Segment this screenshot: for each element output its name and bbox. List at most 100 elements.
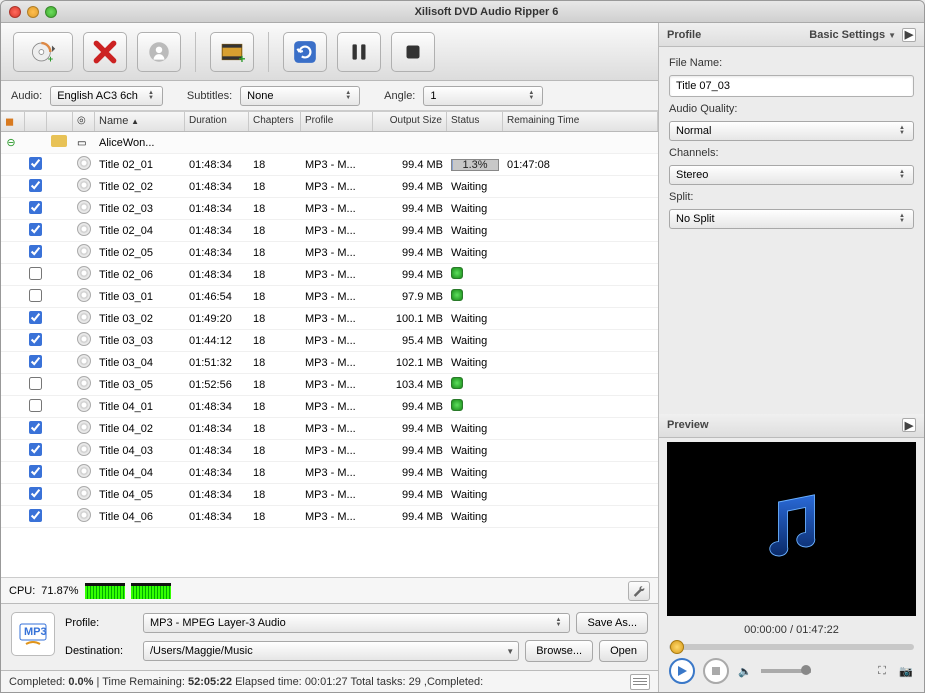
col-remaining[interactable]: Remaining Time xyxy=(503,112,658,131)
stop-button[interactable] xyxy=(391,32,435,72)
subtitles-label: Subtitles: xyxy=(187,90,232,102)
col-expand[interactable]: ◼ xyxy=(1,112,25,131)
row-checkbox[interactable] xyxy=(29,289,42,302)
snapshot-icon[interactable]: 📷 xyxy=(898,663,914,679)
info-button[interactable] xyxy=(137,32,181,72)
col-status[interactable]: Status xyxy=(447,112,503,131)
play-button[interactable] xyxy=(669,658,695,684)
angle-select[interactable]: 1 ▲▼ xyxy=(423,86,543,106)
convert-button[interactable] xyxy=(283,32,327,72)
table-row[interactable]: Title 02_0601:48:3418MP3 - M...99.4 MB xyxy=(1,264,658,286)
status-text: Waiting xyxy=(451,225,487,237)
table-body[interactable]: ⊖ ▭ AliceWon... Title 02_0101:48:3418MP3… xyxy=(1,132,658,577)
table-row[interactable]: Title 03_0201:49:2018MP3 - M...100.1 MBW… xyxy=(1,308,658,330)
open-button[interactable]: Open xyxy=(599,640,648,662)
col-output-size[interactable]: Output Size xyxy=(373,112,447,131)
panel-expand-icon[interactable]: ▶ xyxy=(902,418,916,432)
cell-chapters: 18 xyxy=(249,511,301,523)
file-name-input[interactable]: Title 07_03 xyxy=(669,75,914,97)
table-row[interactable]: Title 04_0301:48:3418MP3 - M...99.4 MBWa… xyxy=(1,440,658,462)
row-checkbox[interactable] xyxy=(29,399,42,412)
row-checkbox[interactable] xyxy=(29,311,42,324)
status-text: Waiting xyxy=(451,489,487,501)
col-profile[interactable]: Profile xyxy=(301,112,373,131)
basic-settings-dropdown[interactable]: Basic Settings▼ xyxy=(809,29,896,41)
col-chapters[interactable]: Chapters xyxy=(249,112,301,131)
col-disc-icon[interactable]: ◎ xyxy=(73,112,95,131)
row-checkbox[interactable] xyxy=(29,333,42,346)
row-checkbox[interactable] xyxy=(29,487,42,500)
add-clip-button[interactable]: + xyxy=(210,32,254,72)
table-row[interactable]: Title 04_0601:48:3418MP3 - M...99.4 MBWa… xyxy=(1,506,658,528)
col-name[interactable]: Name ▲ xyxy=(95,112,185,131)
table-row[interactable]: Title 02_0201:48:3418MP3 - M...99.4 MBWa… xyxy=(1,176,658,198)
row-checkbox[interactable] xyxy=(29,443,42,456)
subtitles-select[interactable]: None ▲▼ xyxy=(240,86,360,106)
cell-size: 103.4 MB xyxy=(373,379,447,391)
row-checkbox[interactable] xyxy=(29,267,42,280)
table-row[interactable]: Title 04_0401:48:3418MP3 - M...99.4 MBWa… xyxy=(1,462,658,484)
settings-button[interactable] xyxy=(628,581,650,601)
row-checkbox[interactable] xyxy=(29,245,42,258)
status-ready-icon xyxy=(451,289,463,301)
volume-icon[interactable]: 🔈 xyxy=(737,663,753,679)
col-checkbox[interactable] xyxy=(25,112,47,131)
row-checkbox[interactable] xyxy=(29,465,42,478)
fullscreen-icon[interactable]: ⛶ xyxy=(874,663,890,679)
table-row[interactable]: Title 03_0401:51:3218MP3 - M...102.1 MBW… xyxy=(1,352,658,374)
close-icon[interactable] xyxy=(9,6,21,18)
table-row-parent[interactable]: ⊖ ▭ AliceWon... xyxy=(1,132,658,154)
row-checkbox[interactable] xyxy=(29,377,42,390)
channels-select[interactable]: Stereo ▲▼ xyxy=(669,165,914,185)
audio-quality-select[interactable]: Normal ▲▼ xyxy=(669,121,914,141)
pause-button[interactable] xyxy=(337,32,381,72)
col-duration[interactable]: Duration xyxy=(185,112,249,131)
slider-knob[interactable] xyxy=(670,640,684,654)
status-text: Waiting xyxy=(451,467,487,479)
updown-icon: ▲▼ xyxy=(895,170,909,180)
cell-profile: MP3 - M... xyxy=(301,225,373,237)
status-text: Waiting xyxy=(451,313,487,325)
row-checkbox[interactable] xyxy=(29,223,42,236)
table-row[interactable]: Title 02_0501:48:3418MP3 - M...99.4 MBWa… xyxy=(1,242,658,264)
zoom-icon[interactable] xyxy=(45,6,57,18)
profile-select[interactable]: MP3 - MPEG Layer-3 Audio ▲▼ xyxy=(143,613,570,633)
row-checkbox[interactable] xyxy=(29,201,42,214)
row-checkbox[interactable] xyxy=(29,509,42,522)
table-row[interactable]: Title 03_0101:46:5418MP3 - M...97.9 MB xyxy=(1,286,658,308)
stop-preview-button[interactable] xyxy=(703,658,729,684)
minimize-icon[interactable] xyxy=(27,6,39,18)
audio-select[interactable]: English AC3 6ch ▲▼ xyxy=(50,86,163,106)
table-row[interactable]: Title 04_0101:48:3418MP3 - M...99.4 MB xyxy=(1,396,658,418)
remove-button[interactable] xyxy=(83,32,127,72)
row-checkbox[interactable] xyxy=(29,179,42,192)
table-row[interactable]: Title 03_0501:52:5618MP3 - M...103.4 MB xyxy=(1,374,658,396)
parent-name: AliceWon... xyxy=(95,137,185,149)
table-row[interactable]: Title 04_0501:48:3418MP3 - M...99.4 MBWa… xyxy=(1,484,658,506)
split-select[interactable]: No Split ▲▼ xyxy=(669,209,914,229)
audio-value: English AC3 6ch xyxy=(57,90,138,102)
row-checkbox[interactable] xyxy=(29,421,42,434)
status-text: Waiting xyxy=(451,247,487,259)
panel-expand-icon[interactable]: ▶ xyxy=(902,28,916,42)
table-row[interactable]: Title 03_0301:44:1218MP3 - M...95.4 MBWa… xyxy=(1,330,658,352)
preview-seek-slider[interactable] xyxy=(669,644,914,650)
save-as-button[interactable]: Save As... xyxy=(576,612,648,634)
destination-select[interactable]: /Users/Maggie/Music ▼ xyxy=(143,641,519,661)
table-row[interactable]: Title 04_0201:48:3418MP3 - M...99.4 MBWa… xyxy=(1,418,658,440)
add-disc-button[interactable]: + xyxy=(13,32,73,72)
browse-button[interactable]: Browse... xyxy=(525,640,593,662)
volume-slider[interactable] xyxy=(761,669,811,673)
table-row[interactable]: Title 02_0301:48:3418MP3 - M...99.4 MBWa… xyxy=(1,198,658,220)
tasklist-icon[interactable] xyxy=(630,674,650,690)
cell-chapters: 18 xyxy=(249,335,301,347)
row-checkbox[interactable] xyxy=(29,355,42,368)
row-checkbox[interactable] xyxy=(29,157,42,170)
status-text: Waiting xyxy=(451,335,487,347)
disc-icon xyxy=(77,156,91,170)
collapse-icon[interactable]: ⊖ xyxy=(5,136,17,148)
table-row[interactable]: Title 02_0101:48:3418MP3 - M...99.4 MB1.… xyxy=(1,154,658,176)
preview-time: 00:00:00 / 01:47:22 xyxy=(659,620,924,640)
cell-profile: MP3 - M... xyxy=(301,357,373,369)
table-row[interactable]: Title 02_0401:48:3418MP3 - M...99.4 MBWa… xyxy=(1,220,658,242)
